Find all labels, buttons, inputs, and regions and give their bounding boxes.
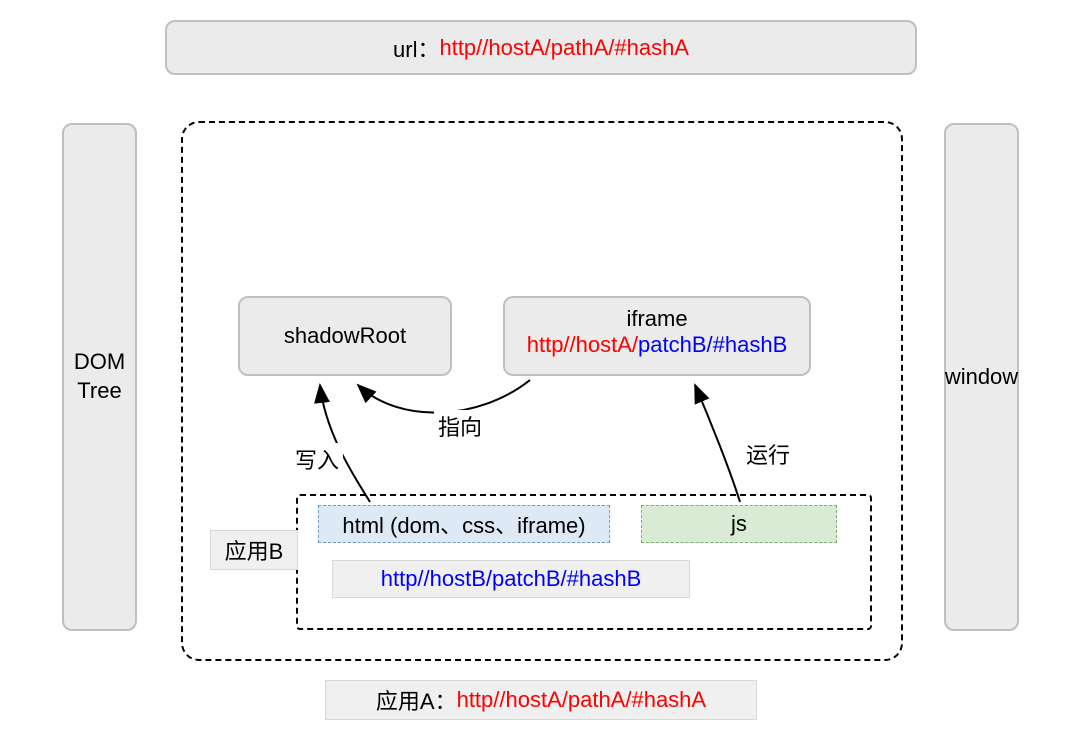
app-a-bar: 应用A： http//hostA/pathA/#hashA xyxy=(325,680,757,720)
dom-tree-box: DOM Tree xyxy=(62,123,137,631)
iframe-box: iframe http//hostA/patchB/#hashB xyxy=(503,296,811,376)
app-b-label: 应用B xyxy=(225,534,284,566)
js-content-label: js xyxy=(731,511,747,537)
shadow-root-box: shadowRoot xyxy=(238,296,452,376)
iframe-url: http//hostA/patchB/#hashB xyxy=(505,332,809,358)
app-b-label-box: 应用B xyxy=(210,530,298,570)
arrow-label-point: 指向 xyxy=(434,410,486,442)
app-a-url: http//hostA/pathA/#hashA xyxy=(457,687,707,713)
html-content-box: html (dom、css、iframe) xyxy=(318,505,610,543)
js-content-box: js xyxy=(641,505,837,543)
url-bar: url： http//hostA/pathA/#hashA xyxy=(165,20,917,75)
app-b-url-box: http//hostB/patchB/#hashB xyxy=(332,560,690,598)
shadow-root-label: shadowRoot xyxy=(284,323,406,349)
window-box: window xyxy=(944,123,1019,631)
dom-tree-label: DOM Tree xyxy=(74,348,125,405)
html-content-label: html (dom、css、iframe) xyxy=(342,508,585,540)
url-prefix: url： xyxy=(393,32,439,64)
arrow-label-write: 写入 xyxy=(291,443,343,475)
window-label: window xyxy=(945,364,1018,390)
app-b-url: http//hostB/patchB/#hashB xyxy=(381,566,642,592)
url-value: http//hostA/pathA/#hashA xyxy=(439,35,689,61)
iframe-title: iframe xyxy=(505,306,809,332)
app-a-prefix: 应用A： xyxy=(376,684,457,716)
arrow-label-run: 运行 xyxy=(742,438,794,470)
